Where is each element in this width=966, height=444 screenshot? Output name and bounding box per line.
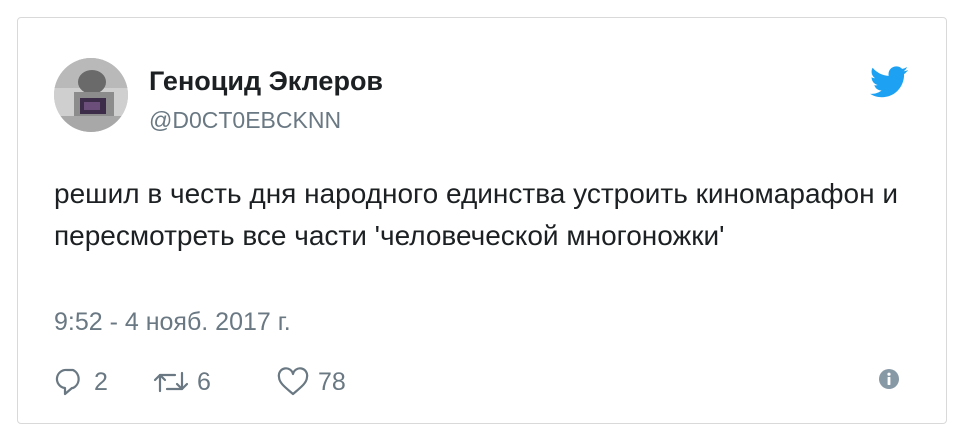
reply-icon	[55, 368, 80, 396]
tweet-card: Геноцид Эклеров @D0CT0EBCKNN решил в чес…	[17, 17, 947, 424]
retweet-icon	[153, 371, 189, 393]
author-name[interactable]: Геноцид Эклеров	[149, 66, 383, 97]
avatar[interactable]	[54, 58, 128, 132]
heart-icon	[277, 367, 309, 396]
avatar-image	[54, 58, 128, 132]
info-icon[interactable]	[878, 368, 900, 390]
like-count: 78	[318, 367, 346, 396]
tweet-text: решил в честь дня народного единства уст…	[54, 178, 899, 251]
tweet-timestamp[interactable]: 9:52 - 4 нояб. 2017 г.	[54, 308, 291, 337]
reply-count: 2	[94, 367, 108, 396]
retweet-button[interactable]: 6	[153, 363, 211, 401]
author-handle[interactable]: @D0CT0EBCKNN	[149, 107, 341, 134]
like-button[interactable]: 78	[276, 363, 346, 401]
reply-button[interactable]: 2	[54, 363, 108, 401]
twitter-bird-icon[interactable]	[870, 66, 908, 98]
retweet-count: 6	[197, 367, 211, 396]
